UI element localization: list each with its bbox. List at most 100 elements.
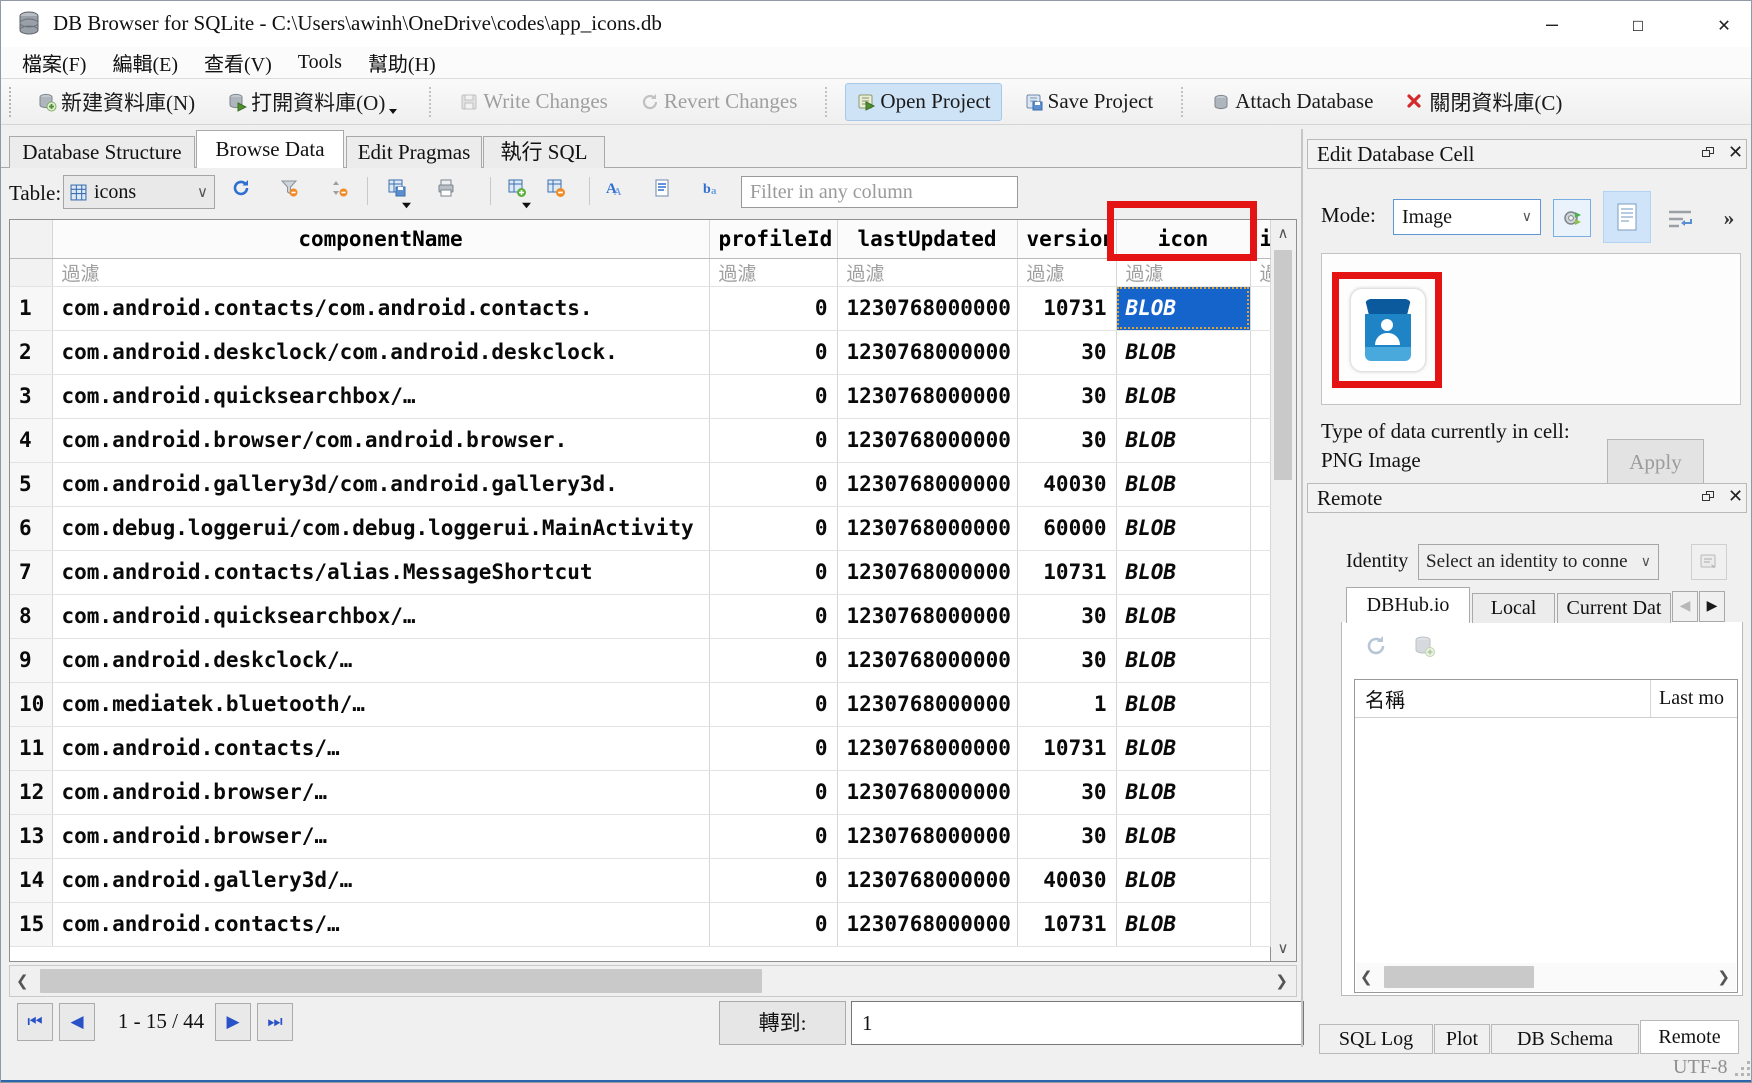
scroll-left-icon[interactable]: ❮ xyxy=(16,972,29,990)
remove-sort-icon[interactable] xyxy=(329,178,353,202)
column-filter-input[interactable]: 過濾 xyxy=(1017,258,1116,286)
cell-icon-blob[interactable]: BLOB xyxy=(1116,418,1250,462)
cell-lastupdated[interactable]: 1230768000000 xyxy=(837,330,1017,374)
cell-version[interactable]: 30 xyxy=(1017,374,1116,418)
dropdown-arrow-icon[interactable] xyxy=(401,201,413,210)
row-number[interactable]: 2 xyxy=(10,330,52,374)
prev-page-button[interactable]: ◀ xyxy=(59,1003,95,1041)
more-tools-button[interactable]: » xyxy=(1713,203,1745,233)
scroll-up-icon[interactable]: ∧ xyxy=(1273,224,1293,242)
cell-profileid[interactable]: 0 xyxy=(709,858,837,902)
name-column-header[interactable]: 名稱 xyxy=(1355,680,1651,717)
cell-componentname[interactable]: com.android.browser/… xyxy=(52,814,709,858)
clear-filters-icon[interactable] xyxy=(279,178,303,202)
cell-lastupdated[interactable]: 1230768000000 xyxy=(837,858,1017,902)
column-filter-input[interactable]: 過濾 xyxy=(837,258,1017,286)
vertical-scroll-thumb[interactable] xyxy=(1274,250,1292,480)
row-number[interactable]: 15 xyxy=(10,902,52,946)
open-project-button[interactable]: Open Project xyxy=(845,83,1001,121)
cell-clipped[interactable] xyxy=(1250,374,1270,418)
cell-clipped[interactable] xyxy=(1250,638,1270,682)
row-number[interactable]: 14 xyxy=(10,858,52,902)
cell-icon-blob[interactable]: BLOB xyxy=(1116,374,1250,418)
cell-icon-blob[interactable]: BLOB xyxy=(1116,638,1250,682)
cell-version[interactable]: 10731 xyxy=(1017,726,1116,770)
cell-profileid[interactable]: 0 xyxy=(709,550,837,594)
cell-lastupdated[interactable]: 1230768000000 xyxy=(837,550,1017,594)
resize-grip[interactable] xyxy=(1737,1063,1751,1077)
column-filter-input[interactable]: 過濾 xyxy=(709,258,837,286)
row-number[interactable]: 10 xyxy=(10,682,52,726)
cell-icon-blob[interactable]: BLOB xyxy=(1116,506,1250,550)
last-page-button[interactable]: ⏭ xyxy=(257,1003,293,1041)
import-data-button[interactable] xyxy=(1553,199,1591,237)
cell-version[interactable]: 30 xyxy=(1017,814,1116,858)
text-mode-button[interactable] xyxy=(1603,191,1651,243)
cell-clipped[interactable] xyxy=(1250,770,1270,814)
save-project-button[interactable]: Save Project xyxy=(1014,83,1164,121)
tab-執行-sql[interactable]: 執行 SQL xyxy=(483,136,605,168)
tab-edit-pragmas[interactable]: Edit Pragmas xyxy=(346,136,482,168)
cell-profileid[interactable]: 0 xyxy=(709,330,837,374)
cell-version[interactable]: 10731 xyxy=(1017,902,1116,946)
grid-horizontal-scrollbar[interactable]: ❮ ❯ xyxy=(9,965,1297,997)
delete-record-icon[interactable] xyxy=(546,178,570,202)
minimize-button[interactable]: — xyxy=(1529,7,1575,41)
close-database-button[interactable]: 關閉資料庫(C) xyxy=(1395,83,1572,121)
cell-componentname[interactable]: com.android.deskclock/… xyxy=(52,638,709,682)
cell-profileid[interactable]: 0 xyxy=(709,902,837,946)
column-filter-input[interactable]: 過濾 xyxy=(1116,258,1250,286)
cell-profileid[interactable]: 0 xyxy=(709,418,837,462)
last-modified-column-header[interactable]: Last mo xyxy=(1651,687,1737,710)
tab-scroll-right-icon[interactable]: ▶ xyxy=(1699,591,1725,622)
cell-profileid[interactable]: 0 xyxy=(709,374,837,418)
cell-profileid[interactable]: 0 xyxy=(709,506,837,550)
insert-record-icon[interactable] xyxy=(507,178,531,202)
remote-refresh-icon[interactable] xyxy=(1364,634,1388,658)
remote-tab-current-dat[interactable]: Current Dat xyxy=(1557,593,1671,623)
cell-lastupdated[interactable]: 1230768000000 xyxy=(837,770,1017,814)
word-wrap-button[interactable] xyxy=(1665,205,1695,233)
cell-icon-blob[interactable]: BLOB xyxy=(1116,814,1250,858)
mode-dropdown[interactable]: Image ∨ xyxy=(1393,199,1541,235)
dropdown-arrow-icon[interactable] xyxy=(521,201,533,210)
cell-version[interactable]: 30 xyxy=(1017,770,1116,814)
font-icon[interactable]: AA xyxy=(603,178,627,202)
cell-profileid[interactable]: 0 xyxy=(709,770,837,814)
row-number[interactable]: 9 xyxy=(10,638,52,682)
tab-browse-data[interactable]: Browse Data xyxy=(196,130,344,168)
cell-version[interactable]: 30 xyxy=(1017,418,1116,462)
dock-divider[interactable] xyxy=(1301,129,1303,1047)
tab-database-structure[interactable]: Database Structure xyxy=(9,136,195,168)
cell-profileid[interactable]: 0 xyxy=(709,814,837,858)
dock-tab-remote[interactable]: Remote xyxy=(1640,1020,1739,1054)
cell-profileid[interactable]: 0 xyxy=(709,726,837,770)
remote-list-horizontal-scrollbar[interactable]: ❮ ❯ xyxy=(1356,963,1736,991)
cell-icon-blob[interactable]: BLOB xyxy=(1116,594,1250,638)
row-number[interactable]: 1 xyxy=(10,286,52,330)
row-number[interactable]: 4 xyxy=(10,418,52,462)
apply-button[interactable]: Apply xyxy=(1607,439,1704,486)
cell-version[interactable]: 30 xyxy=(1017,638,1116,682)
filter-any-column-input[interactable] xyxy=(741,176,1018,208)
cell-profileid[interactable]: 0 xyxy=(709,638,837,682)
cell-version[interactable]: 40030 xyxy=(1017,858,1116,902)
cell-componentname[interactable]: com.android.contacts/… xyxy=(52,726,709,770)
cell-version[interactable]: 30 xyxy=(1017,330,1116,374)
cell-lastupdated[interactable]: 1230768000000 xyxy=(837,726,1017,770)
cell-icon-blob[interactable]: BLOB xyxy=(1116,902,1250,946)
row-number[interactable]: 5 xyxy=(10,462,52,506)
cell-componentname[interactable]: com.android.deskclock/com.android.deskcl… xyxy=(52,330,709,374)
menu-item-v[interactable]: 查看(V) xyxy=(191,48,285,77)
column-header-clip[interactable]: ic xyxy=(1250,220,1270,258)
cell-icon-blob[interactable]: BLOB xyxy=(1116,858,1250,902)
tab-scroll-left-icon[interactable]: ◀ xyxy=(1672,591,1698,622)
cell-componentname[interactable]: com.android.quicksearchbox/… xyxy=(52,594,709,638)
dock-tab-db-schema[interactable]: DB Schema xyxy=(1491,1024,1639,1054)
cell-lastupdated[interactable]: 1230768000000 xyxy=(837,814,1017,858)
row-number[interactable]: 13 xyxy=(10,814,52,858)
goto-row-button[interactable]: 轉到: xyxy=(719,1001,846,1045)
remote-tab-dbhub-io[interactable]: DBHub.io xyxy=(1346,587,1470,623)
cell-clipped[interactable] xyxy=(1250,814,1270,858)
cell-clipped[interactable] xyxy=(1250,682,1270,726)
